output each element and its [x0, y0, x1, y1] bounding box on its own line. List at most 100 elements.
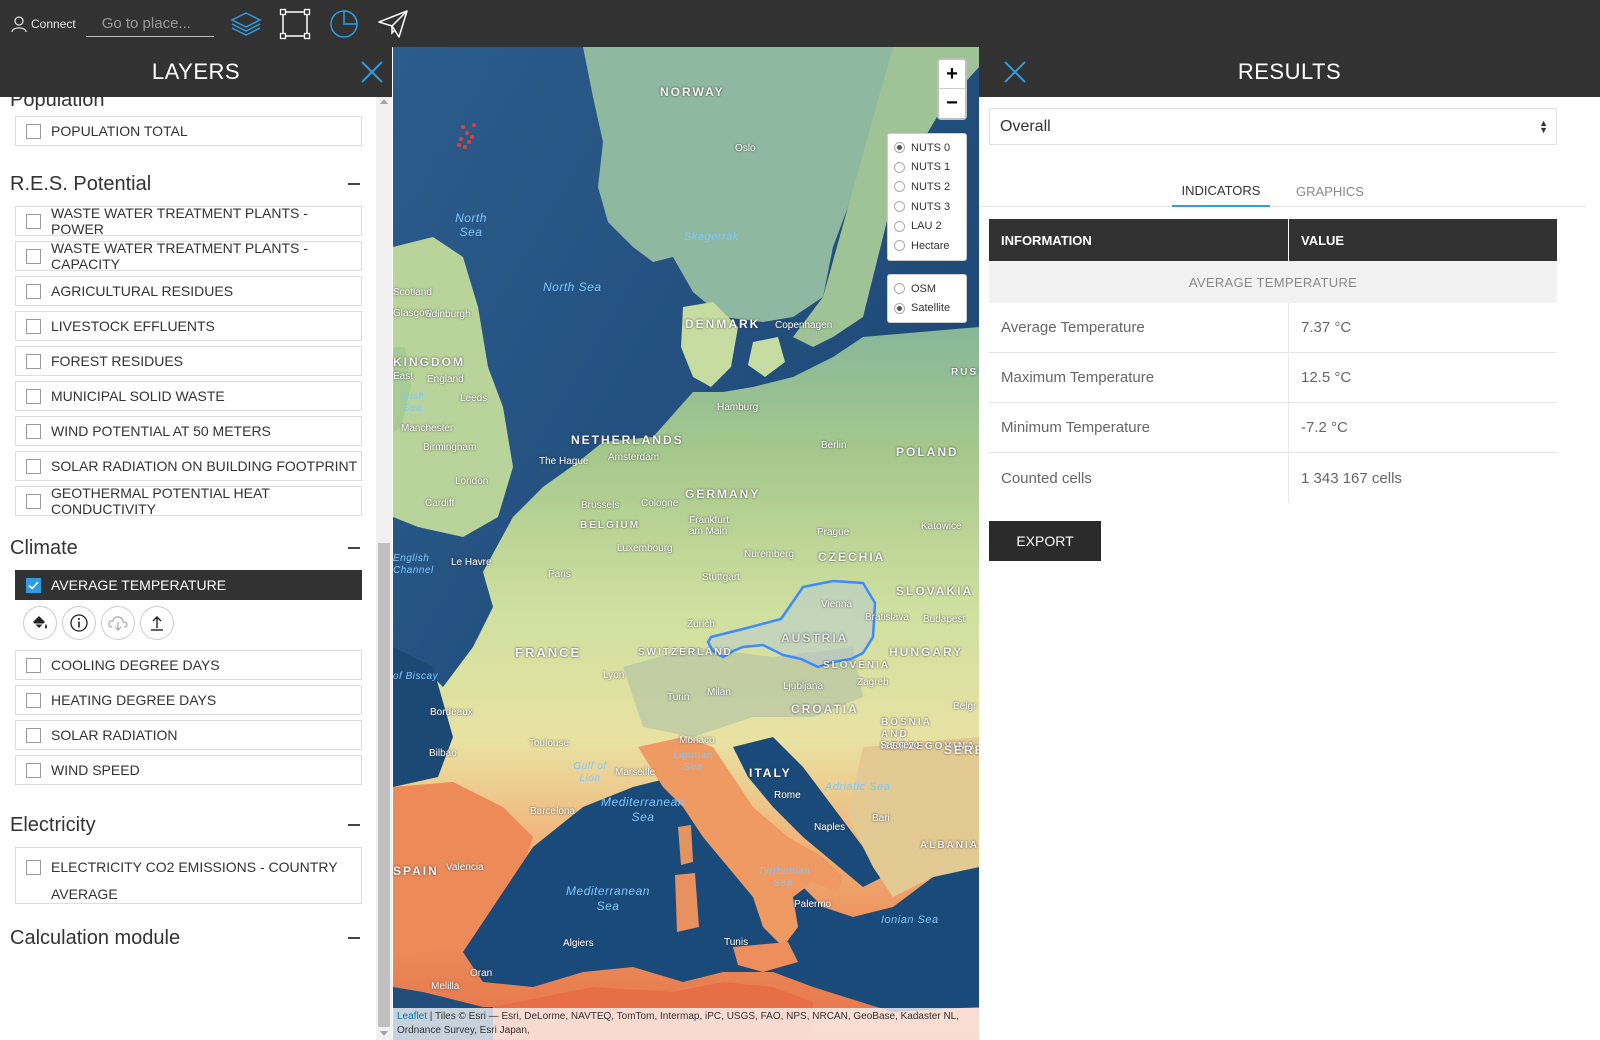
layer-item-average-temperature[interactable]: AVERAGE TEMPERATURE [15, 570, 362, 600]
map-label-city: Barcelona [530, 806, 576, 817]
section-calculation-module[interactable]: Calculation module [0, 916, 376, 960]
layer-item[interactable]: ELECTRICITY CO2 EMISSIONS - COUNTRY AVER… [15, 847, 362, 904]
layer-item[interactable]: MUNICIPAL SOLID WASTE [15, 381, 362, 411]
upload-button[interactable] [140, 606, 174, 640]
results-tool-button[interactable] [327, 7, 361, 41]
map-label-city: Monaco [679, 735, 715, 746]
basemap-option[interactable]: Satellite [894, 299, 960, 319]
checkbox[interactable] [26, 353, 41, 369]
row-label: Average Temperature [989, 303, 1289, 352]
map-label-city: Budapest [923, 614, 966, 625]
basemap-option[interactable]: OSM [894, 279, 960, 299]
nuts-option[interactable]: NUTS 0 [894, 138, 960, 158]
upload-icon [151, 616, 163, 631]
selection-tool-button[interactable] [278, 7, 312, 41]
section-climate[interactable]: Climate [0, 526, 376, 570]
checkbox[interactable] [26, 283, 41, 299]
nuts-option[interactable]: LAU 2 [894, 216, 960, 236]
nuts-option[interactable]: NUTS 2 [894, 177, 960, 197]
layers-tool-button[interactable] [229, 7, 263, 41]
radio[interactable] [894, 181, 905, 193]
map-label-city: Palermo [794, 899, 832, 910]
checkbox[interactable] [26, 657, 41, 673]
zoom-out-button[interactable]: − [939, 89, 965, 118]
layers-scrollbar[interactable] [376, 97, 392, 1040]
download-button[interactable] [101, 606, 135, 640]
checkbox[interactable] [26, 727, 41, 743]
layer-item[interactable]: AGRICULTURAL RESIDUES [15, 276, 362, 306]
select-arrows-icon: ▲ ▼ [1539, 117, 1548, 135]
checkbox[interactable] [26, 493, 41, 509]
checkbox[interactable] [26, 692, 41, 708]
map-label-water: Skagerrak [684, 231, 739, 243]
layer-item[interactable]: SOLAR RADIATION ON BUILDING FOOTPRINT [15, 451, 362, 481]
style-button[interactable] [23, 606, 57, 640]
collapse-icon[interactable] [348, 547, 360, 549]
radio-selected[interactable] [894, 142, 905, 154]
checkbox[interactable] [26, 318, 41, 334]
radio[interactable] [894, 220, 905, 232]
section-electricity[interactable]: Electricity [0, 803, 376, 847]
layer-item[interactable]: WIND SPEED [15, 755, 362, 785]
send-tool-button[interactable] [376, 7, 410, 41]
connect-button[interactable]: Connect [10, 15, 76, 33]
layer-item[interactable]: WIND POTENTIAL AT 50 METERS [15, 416, 362, 446]
checkbox[interactable] [26, 123, 41, 139]
collapse-icon[interactable] [348, 937, 360, 939]
zoom-in-button[interactable]: + [939, 60, 965, 89]
layer-item[interactable]: COOLING DEGREE DAYS [15, 650, 362, 680]
collapse-icon[interactable] [348, 824, 360, 826]
select-value: Overall [1000, 117, 1051, 135]
checkbox[interactable] [26, 213, 41, 229]
leaflet-link[interactable]: Leaflet [397, 1011, 427, 1022]
results-title: RESULTS [1237, 59, 1342, 84]
scrollbar-thumb[interactable] [378, 543, 390, 1027]
radio-selected[interactable] [894, 302, 905, 314]
map-label-city: Sarajevo [880, 740, 920, 751]
layer-item[interactable]: WASTE WATER TREATMENT PLANTS - CAPACITY [15, 240, 362, 272]
option-label: Satellite [911, 302, 951, 315]
checkbox[interactable] [26, 423, 41, 439]
tab-graphics[interactable]: GRAPHICS [1284, 175, 1376, 207]
checkbox[interactable] [26, 762, 41, 778]
layer-label: POPULATION TOTAL [51, 123, 188, 139]
layer-item[interactable]: SOLAR RADIATION [15, 720, 362, 750]
export-button[interactable]: EXPORT [989, 521, 1101, 561]
nuts-option[interactable]: NUTS 3 [894, 197, 960, 217]
map-label-city: Algiers [563, 938, 594, 949]
collapse-icon[interactable] [348, 183, 360, 185]
nuts-option[interactable]: Hectare [894, 236, 960, 256]
scroll-down-icon[interactable] [380, 1031, 388, 1036]
radio[interactable] [894, 161, 905, 173]
section-res-potential[interactable]: R.E.S. Potential [0, 162, 376, 206]
radio[interactable] [894, 240, 905, 252]
layer-item[interactable]: FOREST RESIDUES [15, 346, 362, 376]
map-label-city: Nuremberg [744, 549, 795, 560]
layer-item[interactable]: WASTE WATER TREATMENT PLANTS - POWER [15, 205, 362, 237]
scroll-up-icon[interactable] [380, 99, 388, 104]
map-label-city: Le Havre [451, 557, 492, 568]
radio[interactable] [894, 283, 905, 295]
results-scope-select[interactable]: Overall ▲ ▼ [989, 108, 1557, 145]
close-icon[interactable] [360, 60, 384, 84]
close-icon[interactable] [1003, 60, 1027, 84]
map-view[interactable]: NORWAY DENMARK KINGDOM NETHERLANDS GERMA… [393, 47, 979, 1040]
layer-item[interactable]: HEATING DEGREE DAYS [15, 685, 362, 715]
checkbox-checked[interactable] [26, 577, 41, 593]
checkbox[interactable] [26, 388, 41, 404]
layer-item[interactable]: GEOTHERMAL POTENTIAL HEAT CONDUCTIVITY [15, 485, 362, 517]
checkbox[interactable] [26, 458, 41, 474]
go-to-place-input[interactable] [85, 10, 214, 37]
radio[interactable] [894, 201, 905, 213]
section-population[interactable]: Population [0, 97, 376, 116]
layer-item-population-total[interactable]: POPULATION TOTAL [15, 116, 362, 146]
nuts-option[interactable]: NUTS 1 [894, 158, 960, 178]
layer-item[interactable]: LIVESTOCK EFFLUENTS [15, 311, 362, 341]
info-button[interactable] [62, 606, 96, 640]
option-label: NUTS 2 [911, 180, 951, 193]
map-label-city: Marseille [615, 767, 656, 778]
layers-list[interactable]: Population POPULATION TOTAL R.E.S. Poten… [0, 97, 376, 1040]
checkbox[interactable] [26, 248, 41, 264]
cloud-download-icon [108, 616, 128, 631]
tab-indicators[interactable]: INDICATORS [1172, 175, 1270, 207]
